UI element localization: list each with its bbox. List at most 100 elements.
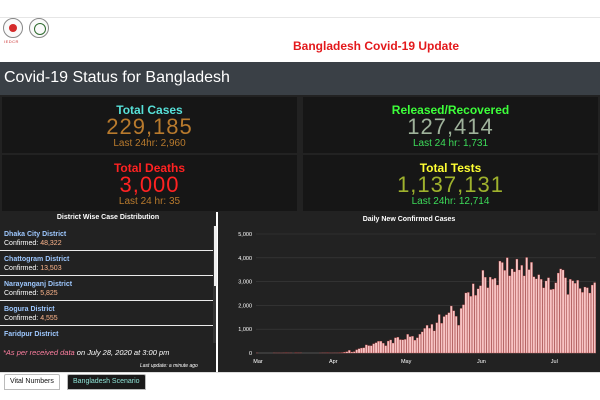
bar[interactable] bbox=[399, 339, 402, 354]
bar[interactable] bbox=[350, 351, 353, 354]
bar[interactable] bbox=[583, 286, 587, 354]
bar[interactable] bbox=[501, 262, 504, 354]
bar[interactable] bbox=[421, 331, 424, 354]
bar[interactable] bbox=[510, 268, 514, 354]
bar[interactable] bbox=[542, 287, 545, 354]
bar[interactable] bbox=[372, 343, 375, 354]
district-list[interactable]: Dhaka City District Confirmed: 48,322 Ch… bbox=[0, 226, 213, 343]
bar[interactable] bbox=[581, 292, 584, 354]
bar[interactable] bbox=[343, 352, 346, 354]
bar[interactable] bbox=[486, 287, 489, 354]
bar[interactable] bbox=[377, 341, 380, 354]
bar[interactable] bbox=[564, 277, 567, 354]
bar[interactable] bbox=[484, 277, 487, 354]
bar[interactable] bbox=[345, 351, 349, 354]
bar[interactable] bbox=[469, 296, 472, 354]
bar[interactable] bbox=[540, 279, 543, 354]
bar[interactable] bbox=[527, 269, 531, 354]
bar[interactable] bbox=[440, 323, 443, 354]
bar[interactable] bbox=[370, 345, 373, 354]
iedcr-logo-icon[interactable] bbox=[3, 18, 23, 38]
bar[interactable] bbox=[430, 324, 434, 354]
bar[interactable] bbox=[418, 334, 421, 354]
bar[interactable] bbox=[537, 274, 540, 354]
bar[interactable] bbox=[479, 285, 482, 354]
bar[interactable] bbox=[476, 288, 480, 354]
bar[interactable] bbox=[357, 348, 361, 354]
bar[interactable] bbox=[523, 275, 526, 354]
bar[interactable] bbox=[413, 340, 417, 354]
bar[interactable] bbox=[498, 260, 502, 354]
list-item[interactable]: Faridpur District bbox=[0, 326, 213, 343]
bar[interactable] bbox=[438, 314, 441, 354]
bar[interactable] bbox=[394, 337, 397, 354]
bar[interactable] bbox=[569, 279, 572, 354]
bar[interactable] bbox=[408, 336, 412, 354]
bar[interactable] bbox=[481, 270, 485, 354]
bar[interactable] bbox=[406, 334, 409, 354]
bar[interactable] bbox=[362, 347, 366, 354]
bar[interactable] bbox=[452, 310, 455, 354]
bar[interactable] bbox=[571, 280, 574, 354]
bar[interactable] bbox=[474, 295, 477, 354]
bar[interactable] bbox=[503, 270, 506, 354]
bar[interactable] bbox=[508, 275, 511, 354]
list-item[interactable]: Narayanganj District Confirmed: 5,825 bbox=[0, 276, 213, 301]
bar[interactable] bbox=[467, 292, 470, 354]
bar[interactable] bbox=[554, 282, 557, 354]
bar[interactable] bbox=[493, 278, 497, 354]
bar[interactable] bbox=[423, 328, 426, 354]
bar[interactable] bbox=[515, 258, 519, 354]
bar[interactable] bbox=[547, 277, 550, 354]
list-item[interactable]: Dhaka City District Confirmed: 48,322 bbox=[0, 226, 213, 251]
government-seal-icon[interactable] bbox=[29, 18, 49, 38]
district-scroll-thumb[interactable] bbox=[214, 226, 217, 286]
bar[interactable] bbox=[520, 265, 523, 354]
bar[interactable] bbox=[455, 316, 458, 354]
bar[interactable] bbox=[491, 279, 494, 354]
bar[interactable] bbox=[384, 345, 387, 354]
bar[interactable] bbox=[464, 292, 468, 354]
bar[interactable] bbox=[450, 305, 453, 354]
bar[interactable] bbox=[489, 276, 492, 354]
bar[interactable] bbox=[578, 288, 582, 354]
bar[interactable] bbox=[387, 340, 390, 354]
bar[interactable] bbox=[396, 337, 400, 354]
bar[interactable] bbox=[360, 347, 363, 354]
bar[interactable] bbox=[365, 344, 368, 354]
bar[interactable] bbox=[462, 304, 465, 354]
bar[interactable] bbox=[472, 283, 475, 354]
bar[interactable] bbox=[367, 345, 370, 354]
bar[interactable] bbox=[348, 350, 351, 354]
bar[interactable] bbox=[445, 314, 448, 354]
bar[interactable] bbox=[442, 316, 446, 354]
tab-vital-numbers[interactable]: Vital Numbers bbox=[4, 374, 60, 390]
bar[interactable] bbox=[416, 337, 419, 354]
bar[interactable] bbox=[591, 284, 594, 354]
bar[interactable] bbox=[506, 257, 509, 354]
bar[interactable] bbox=[532, 276, 536, 354]
bar[interactable] bbox=[435, 322, 438, 354]
tab-bangladesh-scenario[interactable]: Bangladesh Scenario bbox=[67, 374, 146, 390]
bar[interactable] bbox=[391, 342, 395, 354]
bar[interactable] bbox=[549, 289, 553, 354]
bar[interactable] bbox=[559, 268, 562, 354]
bar[interactable] bbox=[411, 336, 414, 354]
bar[interactable] bbox=[355, 349, 358, 354]
bar[interactable] bbox=[566, 294, 570, 354]
bar[interactable] bbox=[513, 271, 516, 354]
bar[interactable] bbox=[574, 283, 577, 354]
bar[interactable] bbox=[552, 288, 555, 354]
bar[interactable] bbox=[353, 351, 356, 354]
bar[interactable] bbox=[374, 342, 378, 354]
bar[interactable] bbox=[593, 282, 596, 354]
bar[interactable] bbox=[561, 269, 565, 354]
bar[interactable] bbox=[425, 325, 429, 354]
bar[interactable] bbox=[518, 269, 521, 354]
bar[interactable] bbox=[401, 339, 404, 354]
list-item[interactable]: Bogura District Confirmed: 4,555 bbox=[0, 301, 213, 326]
bar[interactable] bbox=[496, 284, 499, 354]
bar[interactable] bbox=[557, 272, 560, 354]
bar[interactable] bbox=[457, 325, 460, 354]
bar[interactable] bbox=[586, 287, 589, 354]
